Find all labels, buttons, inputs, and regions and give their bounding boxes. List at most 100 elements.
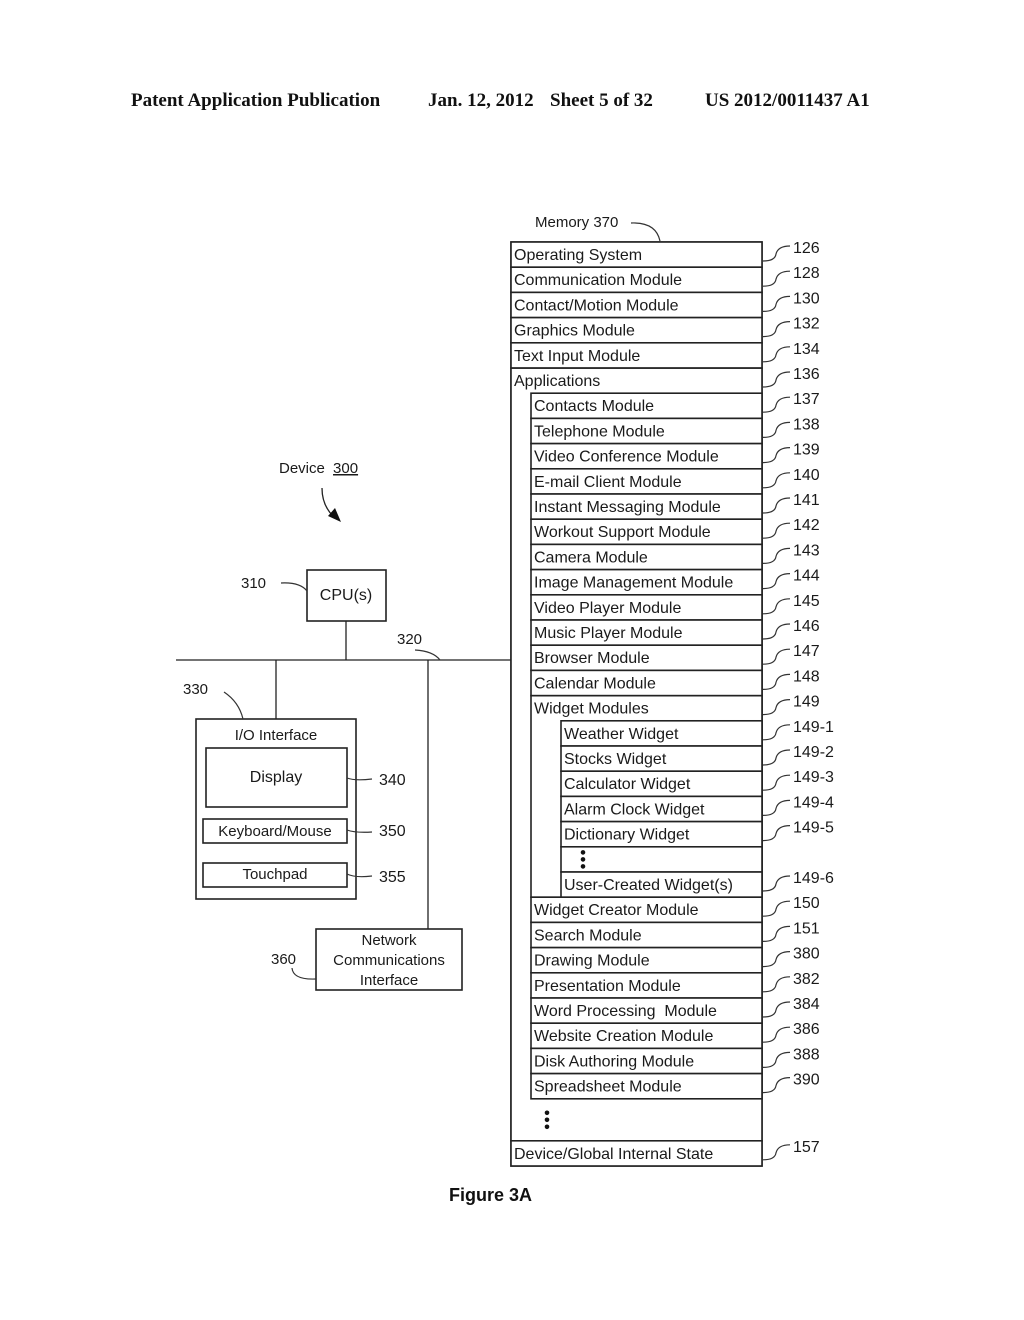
- ref-leader: [762, 1077, 791, 1094]
- ref-leader: [762, 1051, 791, 1068]
- memory-row-label: Contact/Motion Module: [514, 297, 679, 314]
- memory-row-ref: 139: [793, 442, 820, 459]
- memory-row-label: Graphics Module: [514, 323, 635, 340]
- memory-row-ref: 132: [793, 316, 820, 333]
- memory-row-ref: 140: [793, 467, 820, 484]
- ref-leader: [762, 900, 791, 917]
- memory-row-ref: 137: [793, 391, 820, 408]
- network-line-1: Network: [361, 932, 417, 949]
- memory-row-label: Alarm Clock Widget: [564, 801, 705, 818]
- memory-row-label: Image Management Module: [534, 575, 733, 592]
- network-interface-leader: [291, 967, 317, 980]
- ellipsis-dot-icon: [544, 1124, 550, 1130]
- memory-row-label: Dictionary Widget: [564, 827, 690, 844]
- ellipsis-dot-icon: [544, 1110, 550, 1116]
- cpu-label: CPU(s): [320, 587, 372, 604]
- memory-row-label: Instant Messaging Module: [534, 499, 721, 516]
- ellipsis-dot-icon: [580, 850, 586, 855]
- memory-row-label: Calculator Widget: [564, 776, 691, 793]
- ref-leader: [762, 648, 791, 665]
- memory-row-ref: 149-3: [793, 769, 834, 786]
- memory-row-label: Device/Global Internal State: [514, 1146, 713, 1163]
- ref-leader: [762, 447, 791, 464]
- network-line-3: Interface: [360, 972, 418, 989]
- ref-leader: [762, 421, 791, 438]
- memory-row-ref: 149-1: [793, 719, 834, 736]
- keyboard-mouse-label: Keyboard/Mouse: [218, 823, 331, 840]
- ref-leader: [762, 724, 791, 741]
- display-ref: 340: [379, 772, 406, 789]
- memory-row-label: Browser Module: [534, 650, 650, 667]
- memory-row-label: Spreadsheet Module: [534, 1079, 682, 1096]
- memory-row-label: Drawing Module: [534, 953, 650, 970]
- cpu-ref: 310: [241, 575, 266, 592]
- memory-row-label: Search Module: [534, 927, 642, 944]
- memory-row-label: Text Input Module: [514, 348, 640, 365]
- ref-leader: [762, 673, 791, 690]
- memory-row-ref: 386: [793, 1021, 820, 1038]
- memory-row-ref: 134: [793, 341, 820, 358]
- memory-row-label: Music Player Module: [534, 625, 683, 642]
- display-label: Display: [250, 769, 302, 786]
- memory-row-ref: 388: [793, 1046, 820, 1063]
- touchpad-label: Touchpad: [242, 866, 307, 883]
- ref-leader: [762, 270, 791, 287]
- memory-stack: Operating System 126 Communication Module 1…: [510, 240, 834, 1167]
- ellipsis-dot-icon: [580, 864, 586, 869]
- ellipsis-dot-icon: [580, 857, 586, 862]
- memory-row-ref: 128: [793, 265, 820, 282]
- memory-row-ref: 145: [793, 593, 820, 610]
- ref-leader: [762, 497, 791, 514]
- memory-row-ref: 384: [793, 996, 820, 1013]
- memory-row-label: Workout Support Module: [534, 524, 711, 541]
- memory-row-label: Presentation Module: [534, 978, 681, 995]
- memory-row-ref: 136: [793, 366, 820, 383]
- ref-leader: [762, 321, 791, 338]
- device-arrowhead-icon: [328, 508, 341, 522]
- memory-row-ref: 151: [793, 920, 820, 937]
- memory-row-label: Video Player Module: [534, 600, 681, 617]
- memory-row-label: Camera Module: [534, 549, 648, 566]
- bus-leader: [414, 649, 441, 661]
- ref-leader: [762, 245, 791, 262]
- memory-row-ref: 126: [793, 240, 820, 257]
- ref-leader: [762, 925, 791, 942]
- ellipsis-dot-icon: [544, 1117, 550, 1123]
- ref-leader: [762, 875, 791, 892]
- ref-leader: [762, 371, 791, 388]
- memory-row-ref: 149-2: [793, 744, 834, 761]
- memory-row-ref: 146: [793, 618, 820, 635]
- memory-row-ref: 149-6: [793, 870, 834, 887]
- network-line-2: Communications: [333, 952, 445, 969]
- memory-row-ref: 143: [793, 542, 820, 559]
- memory-row-label: Widget Creator Module: [534, 902, 699, 919]
- ref-leader: [762, 1144, 791, 1161]
- figure-caption: Figure 3A: [449, 1185, 533, 1205]
- memory-row-ref: 130: [793, 290, 820, 307]
- memory-row-ref: 149: [793, 694, 820, 711]
- memory-row-label: Operating System: [514, 247, 642, 264]
- ref-leader: [762, 1001, 791, 1018]
- figure-diagram: Device 300 CPU(s) 310 320 I/O Interface …: [176, 214, 834, 1167]
- memory-row-ref: 390: [793, 1072, 820, 1089]
- memory-row-ref: 157: [793, 1139, 820, 1156]
- io-interface-ref: 330: [183, 681, 208, 698]
- memory-row-ref: 380: [793, 946, 820, 963]
- memory-row-ref: 141: [793, 492, 820, 509]
- network-interface-ref: 360: [271, 951, 296, 968]
- memory-row-ref: 148: [793, 668, 820, 685]
- memory-row-label: Video Conference Module: [534, 449, 719, 466]
- ref-leader: [762, 774, 791, 791]
- memory-row-label: Disk Authoring Module: [534, 1053, 694, 1070]
- ref-leader: [762, 346, 791, 363]
- memory-row-label: Stocks Widget: [564, 751, 667, 768]
- memory-leader: [630, 222, 661, 242]
- ref-leader: [762, 472, 791, 489]
- memory-row-label: User-Created Widget(s): [564, 877, 733, 894]
- ref-leader: [762, 522, 791, 539]
- device-arrow-shaft: [321, 487, 334, 517]
- ref-leader: [762, 623, 791, 640]
- memory-row-label: Weather Widget: [564, 726, 679, 743]
- memory-row-label: Word Processing Module: [534, 1003, 717, 1020]
- memory-row-label: Calendar Module: [534, 675, 656, 692]
